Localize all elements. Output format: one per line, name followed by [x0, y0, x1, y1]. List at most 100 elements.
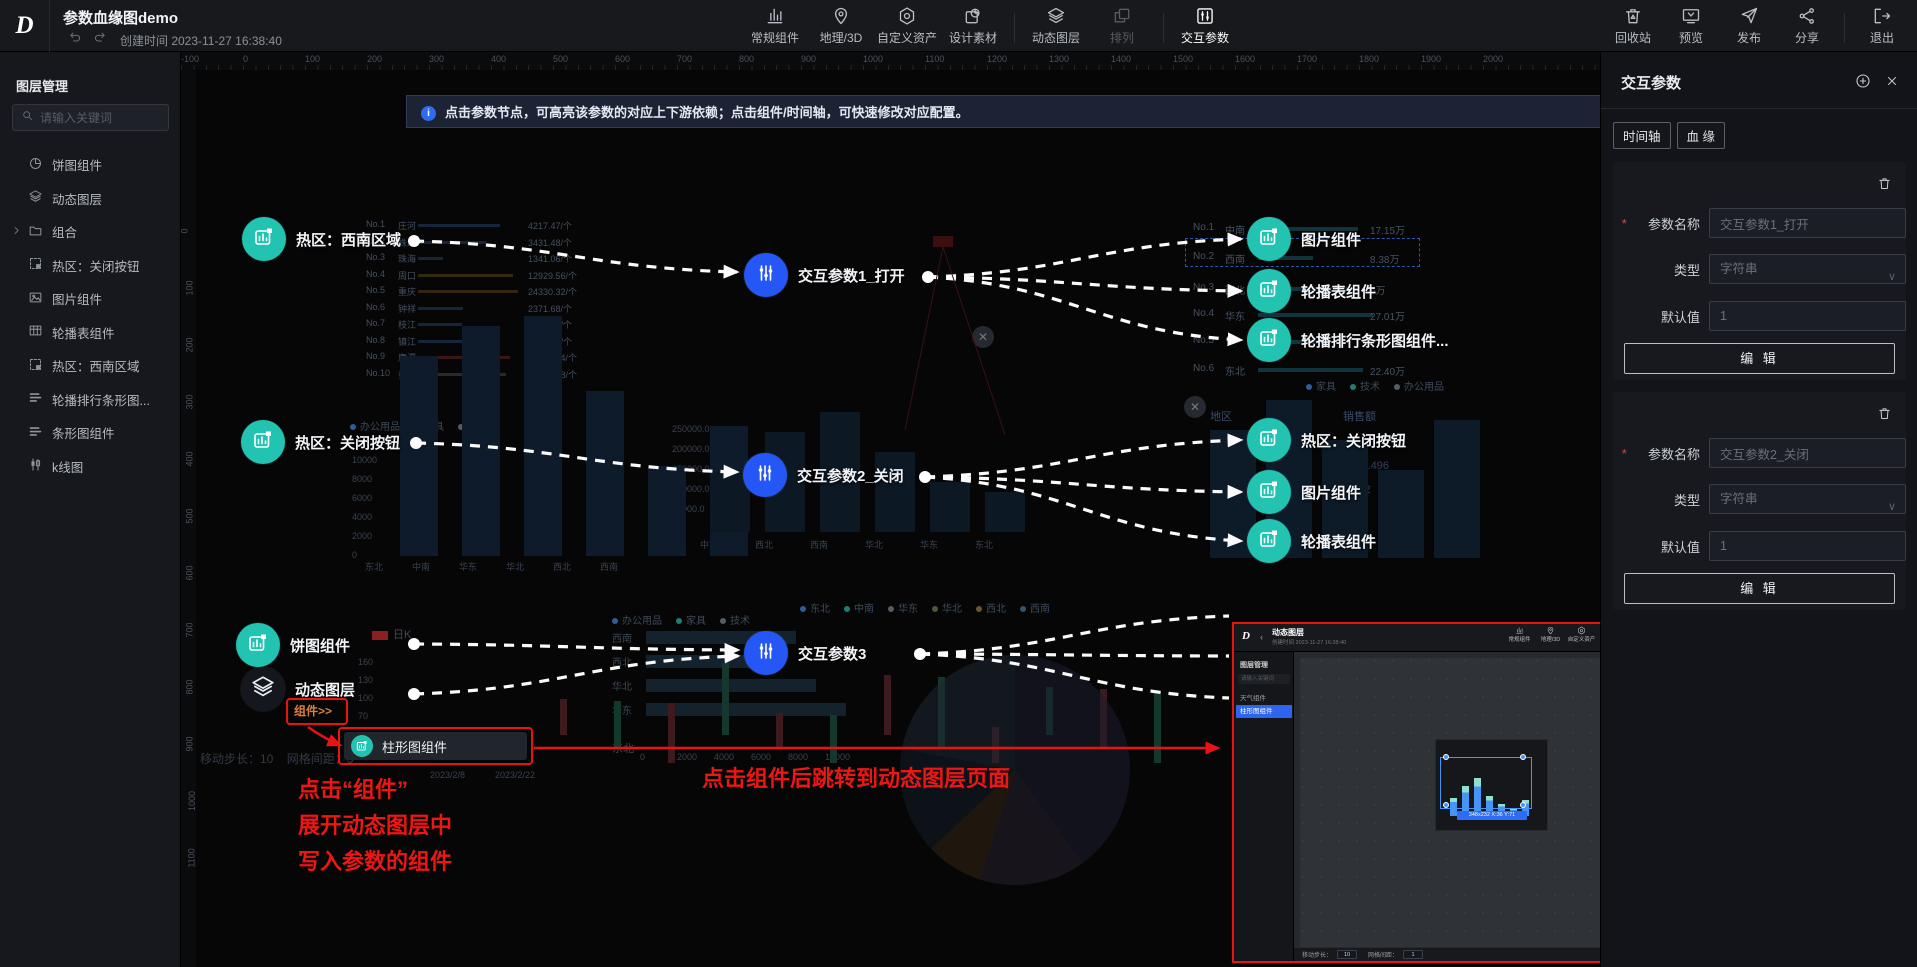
bg-text: 2023/2/22: [495, 770, 535, 780]
graph-node-image-component-2[interactable]: [1247, 470, 1291, 514]
sidebar-item-8[interactable]: 条形图组件: [0, 416, 180, 450]
expanded-bar-component-item[interactable]: 柱形图组件: [344, 732, 527, 760]
top-bar: D 参数血缘图demo 创建时间 2023-11-27 16:38:40 常规组…: [0, 0, 1917, 52]
graph-node-carousel-rank-bar[interactable]: [1247, 318, 1291, 362]
bg-text: 日K: [372, 626, 411, 642]
toolbar-right: 回收站预览发布分享 退出: [1604, 5, 1911, 46]
tool-arrange[interactable]: 排列: [1089, 5, 1155, 46]
close-panel-icon[interactable]: [1885, 74, 1899, 93]
tool-recycle-bin[interactable]: 回收站: [1604, 5, 1662, 46]
graph-node-image-component-1[interactable]: [1247, 217, 1291, 261]
param-type-select[interactable]: 字符串∨: [1709, 484, 1906, 514]
sidebar-item-2[interactable]: 组合: [0, 215, 180, 249]
param-name-input[interactable]: [1709, 438, 1906, 468]
sidebar-item-7[interactable]: 轮播排行条形图...: [0, 383, 180, 417]
component-expand-link[interactable]: 组件>>: [294, 702, 332, 719]
delete-param-icon[interactable]: [1877, 406, 1892, 426]
toolbar-divider: [1163, 13, 1164, 43]
param-default-input[interactable]: [1709, 531, 1906, 561]
tool-preview[interactable]: 预览: [1662, 5, 1720, 46]
bg-close-circle-icon: ✕: [1184, 396, 1206, 418]
search-input[interactable]: [40, 111, 160, 125]
tool-share[interactable]: 分享: [1778, 5, 1836, 46]
select-value: 字符串: [1720, 492, 1758, 506]
param-default-input[interactable]: [1709, 301, 1906, 331]
tool-label: 动态图层: [1032, 29, 1080, 46]
edit-button[interactable]: 编 辑: [1624, 343, 1895, 374]
bg-bar: [418, 290, 518, 293]
graph-node-hotzone-close[interactable]: [241, 420, 285, 464]
tool-label: 分享: [1795, 29, 1819, 46]
annotation-line: 展开动态图层中: [298, 808, 452, 844]
param-type-select[interactable]: 字符串∨: [1709, 254, 1906, 284]
bg-text: No.8: [366, 335, 385, 345]
sidebar-item-1[interactable]: 动态图层: [0, 182, 180, 216]
icon-design: [963, 5, 983, 26]
graph-node-carousel-table-2[interactable]: [1247, 519, 1291, 563]
graph-node-param1[interactable]: [744, 253, 788, 297]
ruler-number: 100: [305, 54, 320, 64]
sidebar-item-3[interactable]: 热区：关闭按钮: [0, 249, 180, 283]
app-logo[interactable]: D: [0, 0, 50, 52]
tool-design-assets[interactable]: 设计素材: [940, 5, 1006, 46]
graph-node-dynamic-layer[interactable]: [241, 667, 285, 711]
sidebar-item-4[interactable]: 图片组件: [0, 282, 180, 316]
sidebar-item-9[interactable]: k线图: [0, 450, 180, 484]
bg-bar: [646, 703, 846, 716]
graph-node-hotzone-close-target[interactable]: [1247, 418, 1291, 462]
ruler-number: 1100: [925, 54, 944, 64]
param-name-input[interactable]: [1709, 208, 1906, 238]
sidebar-item-5[interactable]: 轮播表组件: [0, 316, 180, 350]
bg-bar: [776, 713, 783, 749]
bg-bar: [418, 274, 513, 277]
undo-icon[interactable]: [68, 30, 83, 50]
add-param-icon[interactable]: [1855, 73, 1871, 94]
graph-node-param2[interactable]: [743, 453, 787, 497]
layer-search[interactable]: [12, 104, 169, 131]
param-label: 默认值: [1621, 307, 1700, 326]
bg-text: 160: [358, 657, 373, 667]
bg-text: 4217.47/个: [528, 219, 572, 232]
graph-node-pie-component[interactable]: [236, 623, 280, 667]
bg-text: 地区: [1210, 408, 1232, 424]
param-row-type: 类型字符串∨: [1613, 254, 1906, 284]
sidebar-item-6[interactable]: 热区：西南区域: [0, 349, 180, 383]
bg-text: 10000: [352, 455, 377, 465]
ruler-number: 1300: [1049, 54, 1069, 64]
sidebar-item-label: 轮播表组件: [52, 323, 115, 342]
graph-node-hotzone-southwest[interactable]: [242, 217, 286, 261]
tool-dynamic-layers[interactable]: 动态图层: [1023, 5, 1089, 46]
tool-publish[interactable]: 发布: [1720, 5, 1778, 46]
tool-regular-components[interactable]: 常规组件: [742, 5, 808, 46]
tool-geo-3d[interactable]: 地理/3D: [808, 5, 874, 46]
tool-custom-assets[interactable]: 自定义资产: [874, 5, 940, 46]
redo-icon[interactable]: [92, 30, 107, 50]
created-time: 创建时间 2023-11-27 16:38:40: [120, 32, 282, 49]
sidebar-item-0[interactable]: 饼图组件: [0, 148, 180, 182]
ruler-number: 1400: [1111, 54, 1131, 64]
sidebar-item-label: 饼图组件: [52, 155, 102, 174]
edit-button[interactable]: 编 辑: [1624, 573, 1895, 604]
tool-label: 地理/3D: [820, 29, 863, 46]
bg-text: 17.15万: [1370, 222, 1405, 237]
bg-text: 100: [358, 693, 373, 703]
bg-text: No.6: [366, 302, 385, 312]
graph-node-param3[interactable]: [744, 631, 788, 675]
ruler-number: 100: [185, 280, 195, 295]
bg-legend: 办公用品家具技术: [612, 612, 764, 627]
sidebar-item-label: k线图: [52, 457, 83, 476]
panel-tab-1[interactable]: 血 缘: [1677, 122, 1725, 149]
tool-exit[interactable]: 退出: [1853, 5, 1911, 46]
panel-tab-0[interactable]: 时间轴: [1613, 122, 1671, 149]
ruler-number: 300: [185, 394, 195, 409]
chevron-right-icon[interactable]: [11, 225, 22, 239]
tool-interactive-params[interactable]: 交互参数: [1172, 5, 1238, 46]
param-card-1: *参数名称类型字符串∨默认值编 辑: [1613, 392, 1906, 610]
bg-bar: [418, 241, 486, 244]
bg-text: No.5: [366, 285, 385, 295]
delete-param-icon[interactable]: [1877, 176, 1892, 196]
icon-hexagon: [897, 5, 917, 26]
ruler-number: 200: [185, 337, 195, 352]
graph-node-carousel-table-1[interactable]: [1247, 269, 1291, 313]
ruler-number: 900: [185, 736, 195, 751]
